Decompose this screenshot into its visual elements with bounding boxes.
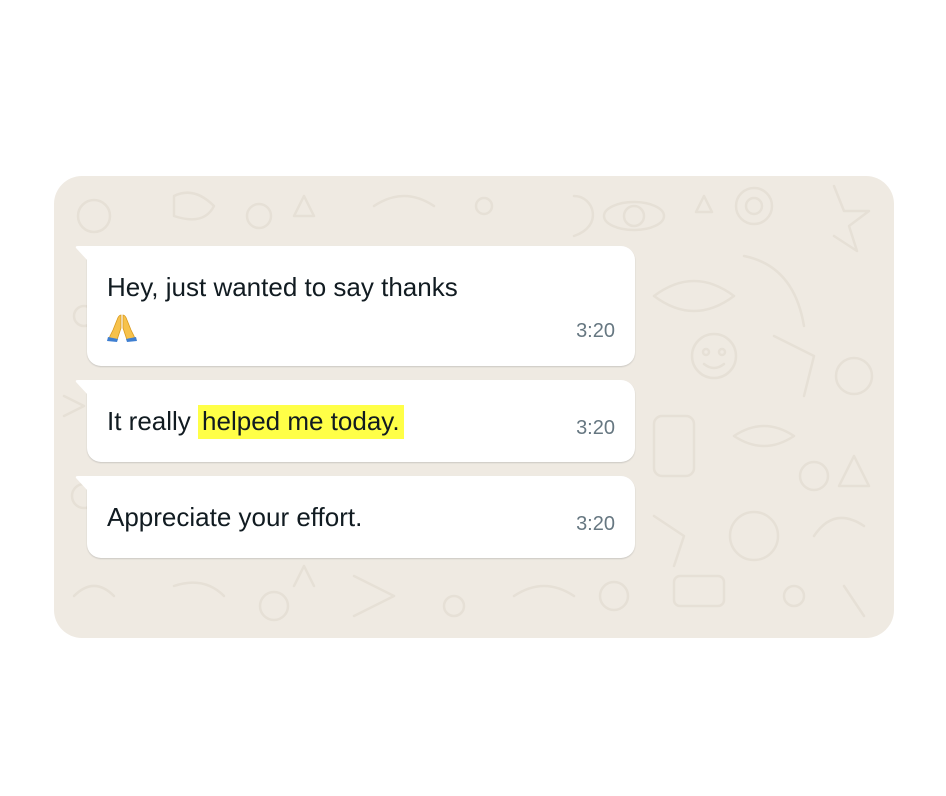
message-timestamp: 3:20 <box>576 320 615 342</box>
message-text: It really helped me today. <box>107 402 404 440</box>
bubble-tail <box>75 476 88 491</box>
message-text-plain: It really <box>107 406 199 436</box>
highlighted-text: helped me today. <box>198 405 404 439</box>
bubble-tail <box>75 380 88 395</box>
folded-hands-icon <box>107 314 137 343</box>
message-text: Hey, just wanted to say thanks <box>107 272 458 302</box>
message-bubble[interactable]: It really helped me today. 3:20 <box>75 380 635 462</box>
chat-panel: Hey, just wanted to say thanks 3:20 It r… <box>54 176 894 638</box>
message-bubble[interactable]: Appreciate your effort. 3:20 <box>75 476 635 558</box>
message-text: Appreciate your effort. <box>107 502 363 532</box>
message-timestamp: 3:20 <box>576 513 615 535</box>
message-emoji-line <box>107 306 137 344</box>
message-timestamp: 3:20 <box>576 417 615 439</box>
bubble-tail <box>75 246 88 261</box>
message-bubble[interactable]: Hey, just wanted to say thanks 3:20 <box>75 246 635 366</box>
